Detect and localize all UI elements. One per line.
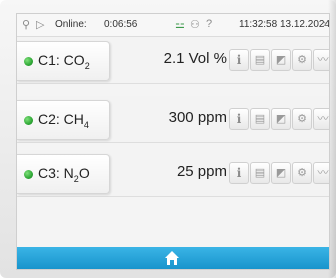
gas-reading: 25 ppm	[176, 163, 227, 180]
footer-bar	[17, 247, 329, 269]
channel-row: C1: CO2 2.1 Vol % i ▤ ◩ ⚙ 〰	[17, 37, 329, 84]
channel-button[interactable]: C1: CO2	[17, 41, 110, 81]
clock: 11:32:58 13.12.2024	[239, 19, 330, 30]
status-led	[24, 170, 33, 179]
info-icon[interactable]: i	[229, 108, 249, 130]
document-icon[interactable]: ▤	[250, 108, 270, 130]
trend-icon[interactable]: 〰	[313, 162, 329, 184]
gas-reading: 2.1 Vol %	[163, 50, 227, 67]
network-icon: ⚍	[175, 19, 185, 31]
gear-icon[interactable]: ⚙	[292, 49, 312, 71]
online-time: 0:06:56	[104, 19, 138, 30]
calibration-icon[interactable]: ◩	[271, 49, 291, 71]
info-icon[interactable]: i	[229, 49, 249, 71]
wifi-icon: ⚇	[190, 19, 200, 31]
channel-button[interactable]: C2: CH4	[17, 100, 110, 140]
gas-reading: 300 ppm	[168, 109, 227, 126]
document-icon[interactable]: ▤	[250, 162, 270, 184]
chevron-icon[interactable]: ›	[323, 18, 327, 30]
channel-button[interactable]: C3: N2O	[17, 154, 110, 194]
status-led	[24, 116, 33, 125]
status-bar: ⚲ ▷ Online: 0:06:56 ⚍ ⚇ ? 11:32:58 13.12…	[17, 14, 329, 37]
gas-name: C1: CO2	[38, 52, 90, 71]
trend-icon[interactable]: 〰	[313, 108, 329, 130]
touch-screen: ⚲ ▷ Online: 0:06:56 ⚍ ⚇ ? 11:32:58 13.12…	[16, 13, 330, 270]
info-icon[interactable]: i	[229, 162, 249, 184]
status-led	[24, 57, 33, 66]
trend-icon[interactable]: 〰	[313, 49, 329, 71]
gear-icon[interactable]: ⚙	[292, 162, 312, 184]
play-icon[interactable]: ▷	[36, 18, 44, 31]
calibration-icon[interactable]: ◩	[271, 108, 291, 130]
gear-icon[interactable]: ⚙	[292, 108, 312, 130]
home-icon[interactable]	[164, 250, 180, 266]
gas-name: C3: N2O	[38, 165, 90, 184]
calibration-icon[interactable]: ◩	[271, 162, 291, 184]
gas-name: C2: CH4	[38, 111, 89, 130]
channel-row: C2: CH4 300 ppm i ▤ ◩ ⚙ 〰	[17, 96, 329, 143]
usb-icon: ⚲	[22, 19, 31, 31]
channel-row: C3: N2O 25 ppm i ▤ ◩ ⚙ 〰	[17, 150, 329, 197]
document-icon[interactable]: ▤	[250, 49, 270, 71]
online-label: Online:	[55, 19, 87, 30]
help-icon[interactable]: ?	[206, 18, 212, 30]
